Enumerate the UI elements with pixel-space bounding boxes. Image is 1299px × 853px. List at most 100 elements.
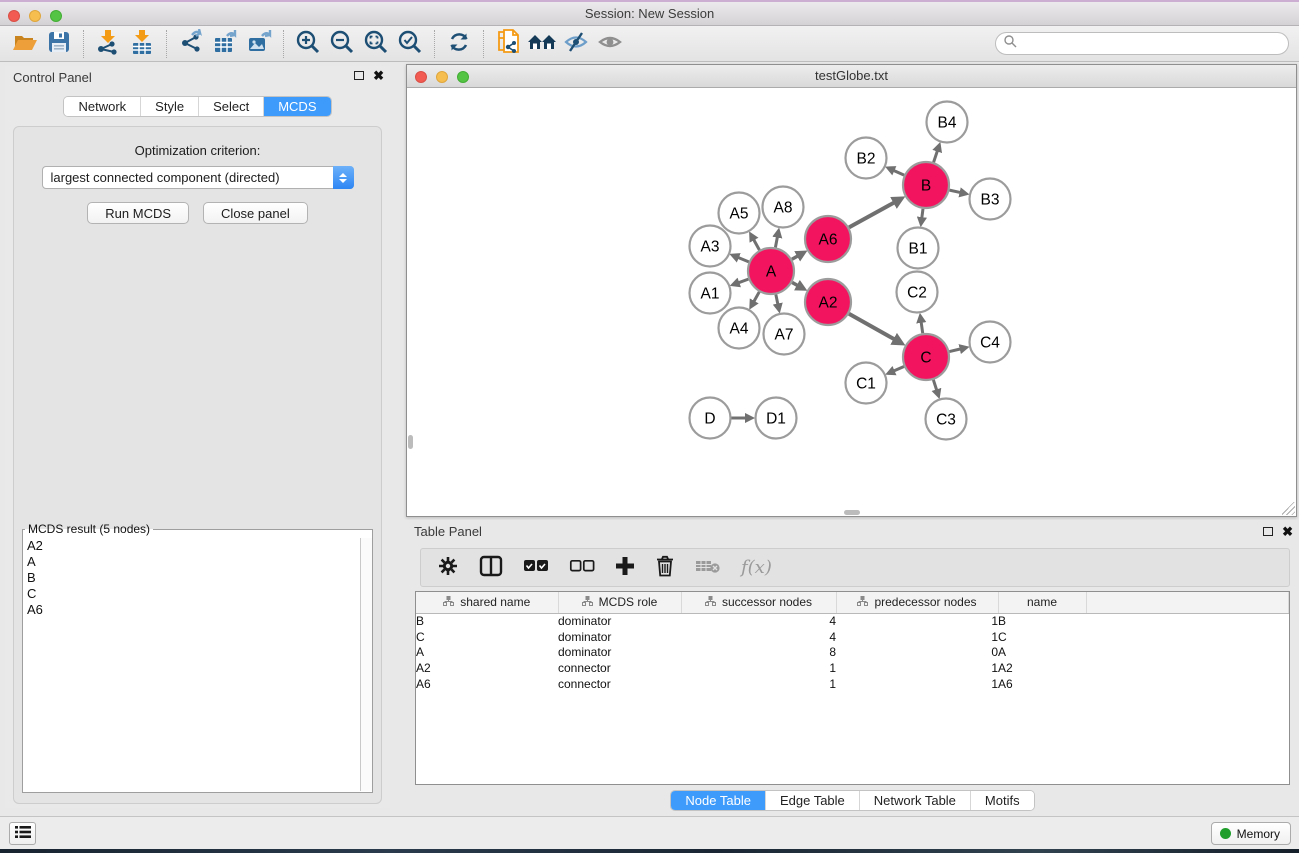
edge-A-A7[interactable] <box>776 295 778 305</box>
node-C[interactable]: C <box>903 334 949 380</box>
tab-network-table[interactable]: Network Table <box>860 791 971 810</box>
hide-graphics-details-button[interactable] <box>559 29 593 59</box>
zoom-out-button[interactable] <box>325 29 359 59</box>
column-header-name[interactable]: name <box>998 592 1086 613</box>
edge-B-B2[interactable] <box>893 170 904 175</box>
show-graphics-details-button[interactable] <box>593 29 627 59</box>
edge-C-C4[interactable] <box>949 349 960 352</box>
open-session-button[interactable] <box>8 29 42 59</box>
table-row[interactable]: Cdominator41C <box>416 629 1289 645</box>
task-history-button[interactable] <box>9 822 36 845</box>
node-B1[interactable]: B1 <box>898 228 939 269</box>
delete-column-button[interactable] <box>655 553 675 583</box>
network-canvas[interactable]: B4B2BB3A5A8A6A3AB1A1C2A2A4A7CC4C1C3DD1 <box>407 89 1296 516</box>
result-item[interactable]: B <box>24 570 359 586</box>
horizontal-scroll-thumb[interactable] <box>844 510 860 515</box>
node-C3[interactable]: C3 <box>926 399 967 440</box>
edge-B-B3[interactable] <box>949 190 960 192</box>
node-A2[interactable]: A2 <box>805 279 851 325</box>
resize-grip[interactable] <box>1282 502 1295 515</box>
run-mcds-button[interactable]: Run MCDS <box>87 202 189 224</box>
node-A[interactable]: A <box>748 248 794 294</box>
export-image-button[interactable] <box>242 29 276 59</box>
node-A7[interactable]: A7 <box>764 314 805 355</box>
result-item[interactable]: A <box>24 554 359 570</box>
edge-B-B1[interactable] <box>922 209 923 218</box>
edge-A-A8[interactable] <box>775 237 777 248</box>
float-panel-icon[interactable] <box>354 71 364 80</box>
close-panel-icon[interactable]: ✖ <box>373 70 384 81</box>
import-table-button[interactable] <box>125 29 159 59</box>
tab-style[interactable]: Style <box>141 97 199 116</box>
add-column-button[interactable] <box>615 553 635 583</box>
zoom-selected-button[interactable] <box>393 29 427 59</box>
select-all-checkboxes-button[interactable] <box>523 553 549 583</box>
node-A3[interactable]: A3 <box>690 226 731 267</box>
node-B[interactable]: B <box>903 162 949 208</box>
table-row[interactable]: Bdominator41B <box>416 613 1289 629</box>
edge-C-C1[interactable] <box>894 367 904 371</box>
node-C1[interactable]: C1 <box>846 363 887 404</box>
node-A8[interactable]: A8 <box>763 187 804 228</box>
node-B2[interactable]: B2 <box>846 138 887 179</box>
tab-network[interactable]: Network <box>64 97 141 116</box>
tab-node-table[interactable]: Node Table <box>671 791 766 810</box>
memory-button[interactable]: Memory <box>1211 822 1291 845</box>
edge-C-C2[interactable] <box>921 322 923 333</box>
result-scrollbar[interactable] <box>360 538 372 791</box>
deselect-all-checkboxes-button[interactable] <box>569 553 595 583</box>
zoom-fit-button[interactable] <box>359 29 393 59</box>
node-D1[interactable]: D1 <box>756 398 797 439</box>
search-input[interactable] <box>1018 35 1288 53</box>
refresh-button[interactable] <box>442 29 476 59</box>
node-D[interactable]: D <box>690 398 731 439</box>
delete-table-button[interactable] <box>695 553 721 583</box>
node-A1[interactable]: A1 <box>690 273 731 314</box>
column-header-predecessor-nodes[interactable]: predecessor nodes <box>836 592 998 613</box>
column-header-shared-name[interactable]: shared name <box>416 592 558 613</box>
tab-select[interactable]: Select <box>199 97 264 116</box>
node-B4[interactable]: B4 <box>927 102 968 143</box>
edge-A-A3[interactable] <box>738 257 749 261</box>
edge-A6-B[interactable] <box>849 202 895 227</box>
node-table[interactable]: shared nameMCDS rolesuccessor nodesprede… <box>415 591 1290 785</box>
edge-A2-C[interactable] <box>849 314 895 340</box>
edge-C-C3[interactable] <box>933 380 936 391</box>
tab-edge-table[interactable]: Edge Table <box>766 791 860 810</box>
table-settings-button[interactable] <box>437 553 459 583</box>
node-C4[interactable]: C4 <box>970 322 1011 363</box>
edge-A-A5[interactable] <box>754 239 760 250</box>
table-row[interactable]: A2connector11A2 <box>416 660 1289 676</box>
column-header-MCDS-role[interactable]: MCDS role <box>558 592 681 613</box>
table-row[interactable]: A6connector11A6 <box>416 676 1289 692</box>
edge-A-A2[interactable] <box>792 282 798 285</box>
close-table-panel-icon[interactable]: ✖ <box>1282 526 1293 537</box>
new-network-from-selection-button[interactable] <box>491 29 525 59</box>
network-window-titlebar[interactable]: testGlobe.txt <box>407 65 1296 88</box>
result-item[interactable]: A2 <box>24 538 359 554</box>
criterion-select[interactable]: largest connected component (directed) <box>42 166 354 189</box>
export-network-button[interactable] <box>174 29 208 59</box>
edge-A-A1[interactable] <box>738 279 748 283</box>
edge-B-B4[interactable] <box>934 151 938 163</box>
close-panel-button[interactable]: Close panel <box>203 202 308 224</box>
node-A6[interactable]: A6 <box>805 216 851 262</box>
edge-A-A6[interactable] <box>792 256 798 260</box>
export-table-button[interactable] <box>208 29 242 59</box>
edge-A-A4[interactable] <box>754 292 760 302</box>
node-B3[interactable]: B3 <box>970 179 1011 220</box>
import-network-button[interactable] <box>91 29 125 59</box>
split-columns-button[interactable] <box>479 553 503 583</box>
node-C2[interactable]: C2 <box>897 272 938 313</box>
result-item[interactable]: A6 <box>24 602 359 618</box>
save-session-button[interactable] <box>42 29 76 59</box>
houses-button[interactable] <box>525 29 559 59</box>
column-header-successor-nodes[interactable]: successor nodes <box>681 592 836 613</box>
zoom-in-button[interactable] <box>291 29 325 59</box>
table-row[interactable]: Adominator80A <box>416 644 1289 660</box>
tab-mcds[interactable]: MCDS <box>264 97 330 116</box>
vertical-scroll-thumb[interactable] <box>408 435 413 449</box>
node-A4[interactable]: A4 <box>719 308 760 349</box>
function-builder-icon[interactable]: f(x) <box>741 557 772 578</box>
tab-motifs[interactable]: Motifs <box>971 791 1034 810</box>
